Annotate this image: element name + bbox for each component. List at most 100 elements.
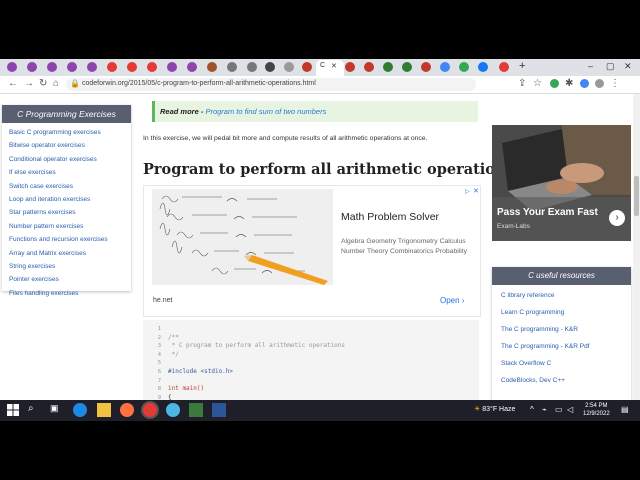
network-icon[interactable]: ⌁	[542, 405, 547, 414]
resource-link[interactable]: C library reference	[501, 287, 631, 304]
battery-icon[interactable]: ▭	[555, 405, 563, 414]
sidebar-link[interactable]: Basic C programming exercises	[9, 126, 131, 139]
resource-link[interactable]: The C programming - K&R	[501, 321, 631, 338]
menu-dots-icon[interactable]: ⋮	[610, 78, 620, 89]
page-scrollbar[interactable]	[633, 94, 640, 421]
tab-favicon[interactable]	[345, 62, 355, 72]
side-ad-title[interactable]: Pass Your Exam Fast	[497, 207, 598, 218]
extensions-puzzle-icon[interactable]: ✱	[565, 78, 573, 89]
tab-favicon[interactable]	[383, 62, 393, 72]
ad-choices-icon[interactable]: ▷	[465, 188, 470, 195]
tab-favicon[interactable]	[147, 62, 157, 72]
clock[interactable]: 2:54 PM 12/9/2022	[583, 403, 610, 418]
sidebar-link[interactable]: Bitwise operator exercises	[9, 139, 131, 152]
edge-icon[interactable]	[73, 403, 87, 417]
resource-link[interactable]: The C programming - K&R Pdf	[501, 338, 631, 355]
ad-banner[interactable]: Math Problem Solver Algebra Geometry Tri…	[143, 185, 481, 317]
tab-active[interactable]: C ✕	[316, 60, 344, 76]
tab-favicon[interactable]	[478, 62, 488, 72]
chrome-icon[interactable]	[143, 403, 157, 417]
chevron-right-icon[interactable]: ›	[609, 210, 625, 226]
tab-favicon[interactable]	[499, 62, 509, 72]
file-explorer-icon[interactable]	[97, 403, 111, 417]
ad-image[interactable]	[152, 189, 333, 285]
tab-favicon[interactable]	[459, 62, 469, 72]
edge-app-icon[interactable]	[166, 403, 180, 417]
tab-favicon[interactable]	[7, 62, 17, 72]
sidebar-link[interactable]: Loop and iteration exercises	[9, 193, 131, 206]
ad-title[interactable]: Math Problem Solver	[341, 211, 439, 223]
sidebar-link[interactable]: String exercises	[9, 260, 131, 273]
sidebar-link[interactable]: Functions and recursion exercises	[9, 233, 131, 246]
code-line: */	[168, 350, 179, 358]
tab-favicon[interactable]	[227, 62, 237, 72]
maximize-icon[interactable]: ▢	[606, 61, 615, 72]
minimize-icon[interactable]: –	[588, 61, 593, 71]
lock-icon[interactable]: 🔒	[70, 79, 80, 88]
scrollbar-thumb[interactable]	[634, 176, 639, 216]
tab-favicon[interactable]	[87, 62, 97, 72]
bookmark-star-icon[interactable]: ☆	[533, 78, 542, 89]
tab-favicon[interactable]	[47, 62, 57, 72]
sidebar-link[interactable]: Number pattern exercises	[9, 220, 131, 233]
app-icon[interactable]	[189, 403, 203, 417]
windows-start-icon[interactable]	[6, 403, 20, 417]
sidebar-link[interactable]: Switch case exercises	[9, 180, 131, 193]
tab-favicon[interactable]	[207, 62, 217, 72]
home-icon[interactable]: ⌂	[53, 78, 59, 89]
read-more-link[interactable]: Program to find sum of two numbers	[205, 107, 326, 116]
line-number: 4	[157, 351, 161, 358]
ad-open-button[interactable]: Open ›	[440, 296, 464, 305]
weather-widget[interactable]: ☀ 83°F Haze	[474, 405, 515, 413]
resource-link[interactable]: Stack Overflow C	[501, 355, 631, 372]
volume-icon[interactable]: ◁	[567, 405, 573, 414]
tab-favicon[interactable]	[187, 62, 197, 72]
tab-favicon[interactable]	[302, 62, 312, 72]
tab-favicon[interactable]	[364, 62, 374, 72]
forward-icon[interactable]: →	[24, 78, 34, 89]
tab-favicon[interactable]	[247, 62, 257, 72]
task-view-icon[interactable]: ▣	[50, 403, 64, 417]
sidebar-link[interactable]: Conditional operator exercises	[9, 153, 131, 166]
tab-favicon[interactable]	[402, 62, 412, 72]
word-icon[interactable]	[212, 403, 226, 417]
extension-icon[interactable]	[580, 79, 589, 88]
tab-favicon[interactable]	[440, 62, 450, 72]
url-text: codeforwin.org/2015/05/c-program-to-perf…	[82, 80, 316, 87]
sidebar-link[interactable]: If else exercises	[9, 166, 131, 179]
sidebar-link[interactable]: Pointer exercises	[9, 273, 131, 286]
chevron-up-icon[interactable]: ^	[530, 405, 534, 414]
back-icon[interactable]: ←	[8, 78, 18, 89]
share-icon[interactable]: ⇪	[518, 78, 526, 89]
firefox-icon[interactable]	[120, 403, 134, 417]
tab-favicon[interactable]	[127, 62, 137, 72]
reload-icon[interactable]: ↻	[39, 78, 47, 89]
sidebar-link[interactable]: Array and Matrix exercises	[9, 247, 131, 260]
tab-favicon[interactable]	[27, 62, 37, 72]
tab-favicon[interactable]	[284, 62, 294, 72]
close-window-icon[interactable]: ✕	[624, 61, 632, 72]
sidebar-link[interactable]: Star patterns exercises	[9, 206, 131, 219]
chevron-right-icon: ›	[461, 296, 465, 305]
tab-favicon[interactable]	[167, 62, 177, 72]
close-tab-icon[interactable]: ✕	[331, 62, 337, 70]
profile-avatar[interactable]	[595, 79, 604, 88]
ad-close-icon[interactable]: ✕	[473, 187, 479, 195]
address-bar[interactable]: 🔒 codeforwin.org/2015/05/c-program-to-pe…	[66, 78, 476, 91]
search-icon[interactable]: ⌕	[28, 403, 42, 417]
tab-favicon[interactable]	[421, 62, 431, 72]
extension-icon[interactable]	[550, 79, 559, 88]
new-tab-button[interactable]: +	[519, 60, 525, 72]
resource-link[interactable]: Learn C programming	[501, 304, 631, 321]
line-number: 1	[157, 326, 161, 332]
side-ad[interactable]: Pass Your Exam Fast Exam-Labs ›	[492, 125, 631, 241]
resource-link[interactable]: CodeBlocks, Dev C++	[501, 372, 631, 389]
notification-icon[interactable]: ▤	[621, 405, 629, 414]
tab-favicon[interactable]	[265, 62, 275, 72]
tab-favicon[interactable]	[107, 62, 117, 72]
sidebar-link[interactable]: Files handling exercises	[9, 287, 131, 300]
tab-favicon[interactable]	[67, 62, 77, 72]
